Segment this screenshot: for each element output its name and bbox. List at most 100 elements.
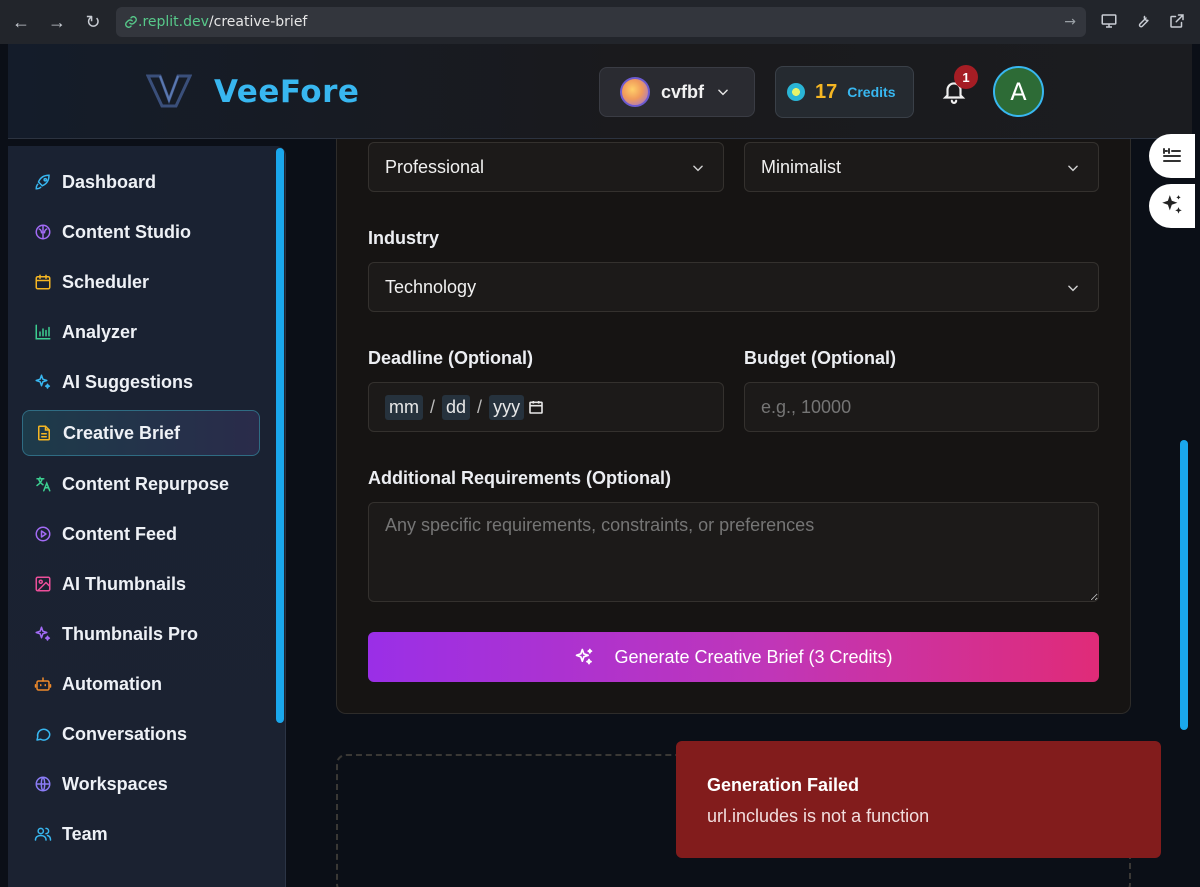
sidebar-item-label: Creative Brief [63,422,181,443]
logo-text[interactable]: VeeFore [214,74,359,110]
external-link-icon[interactable] [1168,12,1186,30]
logo-mark-icon [146,74,192,108]
bot-icon [34,677,52,691]
forward-arrow-icon[interactable]: → [42,7,72,37]
sidebar-item-label: Content Repurpose [62,473,230,494]
sidebar-item-label: Workspaces [62,773,168,794]
style-select[interactable]: Minimalist [744,142,1099,192]
date-month-segment[interactable]: mm [385,394,423,420]
ai-assistant-button[interactable] [1149,184,1195,228]
sidebar-item-label: Content Feed [62,523,177,544]
sidebar: Dashboard Content Studio Scheduler Analy… [8,146,286,887]
workspace-selector[interactable]: cvfbf [599,67,755,117]
browser-toolbar: ← → ↻ .replit.dev/creative-brief → [0,0,1200,44]
message-icon [36,728,51,741]
generate-creative-brief-button[interactable]: Generate Creative Brief (3 Credits) [368,632,1099,682]
credits-count: 17 [815,80,838,103]
image-icon [35,576,51,592]
users-icon [34,827,52,841]
sidebar-item-label: Automation [62,673,162,694]
quote-panel-button[interactable] [1149,134,1195,178]
sidebar-item-label: Thumbnails Pro [62,623,199,644]
bar-chart-icon [35,324,51,340]
sidebar-item-label: Conversations [62,723,188,744]
sidebar-item-content-studio[interactable]: Content Studio [22,209,260,255]
requirements-textarea[interactable] [368,502,1099,602]
generate-button-label: Generate Creative Brief (3 Credits) [614,646,893,667]
sidebar-item-label: AI Thumbnails [62,573,187,594]
sidebar-item-analyzer[interactable]: Analyzer [22,309,260,355]
tone-select-value: Professional [385,156,485,177]
calendar-icon[interactable] [528,399,544,415]
chevron-down-icon [1068,165,1078,172]
credits-badge[interactable]: 17 Credits [775,66,914,118]
play-circle-icon [35,526,51,542]
sidebar-item-label: Content Studio [62,221,191,242]
sparkles-icon [576,648,593,665]
sidebar-item-label: Scheduler [62,271,150,292]
wrench-icon[interactable] [1134,12,1152,30]
monitor-icon[interactable] [1100,12,1118,30]
sidebar-item-ai-suggestions[interactable]: AI Suggestions [22,359,260,405]
quote-list-icon [1163,148,1181,162]
app-header: VeeFore cvfbf 17 Credits 1 A [8,44,1192,139]
translate-icon [36,476,51,492]
sidebar-item-thumbnails-pro[interactable]: Thumbnails Pro [22,611,260,657]
industry-label: Industry [368,228,440,248]
coin-icon [787,83,805,101]
rocket-icon [35,174,50,190]
url-path: /creative-brief [208,14,308,30]
sidebar-item-dashboard[interactable]: Dashboard [22,159,260,205]
main-scrollbar[interactable] [1180,440,1188,730]
sidebar-item-label: Team [62,823,108,844]
sidebar-item-content-feed[interactable]: Content Feed [22,511,260,557]
sparkles-icon [1162,195,1182,214]
sidebar-item-content-repurpose[interactable]: Content Repurpose [22,461,260,507]
chevron-down-icon [718,89,728,96]
user-avatar[interactable]: A [993,66,1044,117]
workspace-name: cvfbf [661,81,705,102]
deadline-label: Deadline (Optional) [368,348,534,368]
calendar-icon [35,274,51,290]
chevron-down-icon [693,165,703,172]
toast-message: url.includes is not a function [707,806,930,826]
sidebar-item-label: Analyzer [62,321,138,342]
chevron-down-icon [1068,285,1078,292]
date-day-segment[interactable]: dd [442,394,471,420]
document-icon [38,425,50,441]
date-year-segment[interactable]: yyy [489,394,525,420]
error-toast[interactable]: Generation Failed url.includes is not a … [676,741,1161,858]
sidebar-item-label: Dashboard [62,171,157,192]
industry-select-value: Technology [385,276,477,297]
brain-icon [35,224,51,240]
budget-label: Budget (Optional) [744,348,896,368]
sparkles-icon [35,626,51,641]
sidebar-item-automation[interactable]: Automation [22,661,260,707]
requirements-label: Additional Requirements (Optional) [368,468,672,488]
sidebar-item-scheduler[interactable]: Scheduler [22,259,260,305]
sidebar-scrollbar[interactable] [276,148,284,723]
sidebar-item-ai-thumbnails[interactable]: AI Thumbnails [22,561,260,607]
tone-select[interactable]: Professional [368,142,724,192]
url-domain: .replit.dev [138,14,209,30]
workspace-avatar [620,77,650,107]
style-select-value: Minimalist [761,156,842,177]
sidebar-item-label: AI Suggestions [62,371,194,392]
reload-icon[interactable]: ↻ [78,7,108,37]
sidebar-item-creative-brief[interactable]: Creative Brief [22,410,260,456]
sparkles-icon [35,374,51,389]
back-arrow-icon[interactable]: ← [6,7,36,37]
sidebar-item-conversations[interactable]: Conversations [22,711,260,757]
globe-icon [35,776,51,792]
go-arrow-icon[interactable]: → [1064,14,1076,30]
industry-select[interactable]: Technology [368,262,1099,312]
budget-input[interactable] [744,382,1099,432]
address-bar[interactable]: .replit.dev/creative-brief → [116,7,1086,37]
notification-badge: 1 [954,65,978,89]
link-icon [125,16,137,28]
credits-label: Credits [847,84,896,100]
toast-title: Generation Failed [707,775,860,795]
sidebar-item-team[interactable]: Team [22,811,260,857]
sidebar-item-workspaces[interactable]: Workspaces [22,761,260,807]
deadline-date-input[interactable]: mm / dd / yyy [368,382,724,432]
